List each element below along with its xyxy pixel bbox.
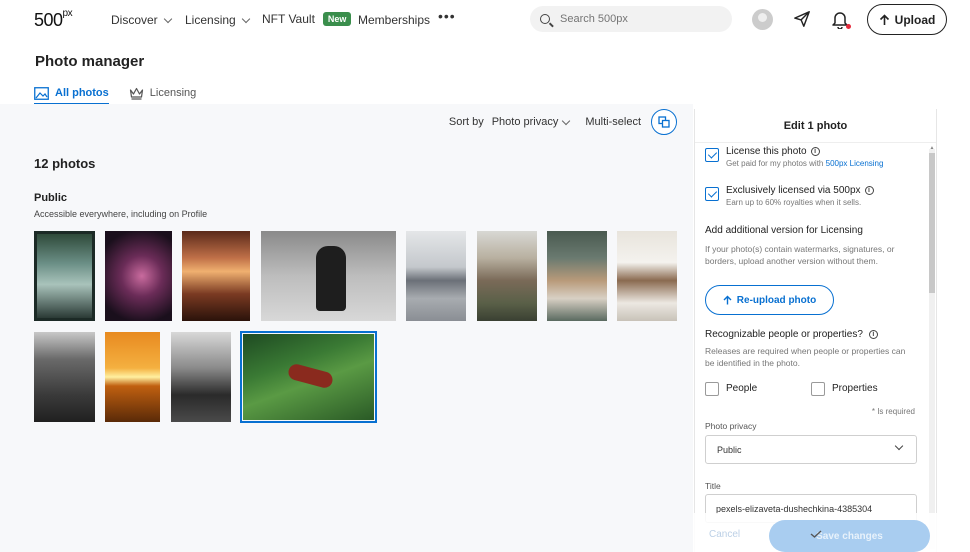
nav-memberships[interactable]: Memberships [358, 13, 430, 27]
photo-thumbnail[interactable] [261, 231, 396, 321]
logo[interactable]: 500px [34, 8, 73, 31]
section-title: Public [34, 192, 68, 204]
upload-label: Upload [894, 12, 936, 27]
sort-toolbar: Sort by Photo privacy Multi-select [449, 109, 677, 135]
arrow-up-icon [879, 13, 889, 25]
chevron-down-icon [894, 441, 904, 451]
people-checkbox[interactable] [705, 382, 719, 396]
photo-thumbnail[interactable] [406, 231, 466, 321]
multi-select-button[interactable] [651, 109, 677, 135]
tab-all-photos-label: All photos [55, 87, 109, 99]
privacy-select[interactable]: Public [705, 435, 917, 464]
scrollbar-thumb[interactable] [929, 153, 935, 293]
properties-label: Properties [832, 382, 878, 394]
title-label: Title [705, 481, 721, 491]
logo-suffix: px [62, 8, 73, 19]
logo-text: 500 [34, 10, 63, 30]
photo-thumbnail[interactable] [547, 231, 607, 321]
alt-version-text: If your photo(s) contain watermarks, sig… [705, 244, 895, 266]
tab-licensing[interactable]: Licensing [129, 82, 196, 104]
tab-all-photos[interactable]: All photos [34, 82, 109, 105]
copy-icon [658, 116, 670, 128]
people-checkbox-row[interactable]: People [705, 380, 757, 396]
exclusive-checkbox-row[interactable]: Exclusively licensed via 500px i Earn up … [705, 185, 874, 207]
required-note: * Is required [871, 407, 915, 416]
exclusive-label: Exclusively licensed via 500px [726, 185, 861, 196]
tab-licensing-label: Licensing [149, 87, 197, 99]
more-menu-icon[interactable]: ••• [438, 8, 456, 24]
chevron-down-icon [163, 14, 172, 23]
photo-thumbnail[interactable] [34, 332, 95, 422]
info-icon[interactable]: i [810, 147, 820, 156]
reupload-button[interactable]: Re-upload photo [705, 285, 834, 315]
properties-checkbox-row[interactable]: Properties [811, 380, 878, 396]
send-icon[interactable] [793, 10, 811, 28]
photo-thumbnail[interactable] [105, 231, 172, 321]
cursor-check-icon [810, 530, 822, 538]
photo-thumbnail[interactable] [182, 231, 250, 321]
chevron-down-icon [562, 116, 571, 125]
image-icon [34, 86, 49, 100]
panel-title: Edit 1 photo [783, 120, 848, 132]
title-value: pexels-elizaveta-dushechkina-4385304 [716, 503, 873, 514]
exclusive-checkbox[interactable] [705, 187, 719, 201]
photo-library: Sort by Photo privacy Multi-select 12 ph… [0, 104, 693, 552]
nav-licensing[interactable]: Licensing [185, 13, 250, 27]
people-label: People [726, 382, 758, 394]
section-subtitle: Accessible everywhere, including on Prof… [34, 209, 208, 219]
photo-thumbnail-selected[interactable] [240, 331, 377, 423]
divider [695, 142, 936, 143]
nav-nft-vault[interactable]: NFT Vault New [262, 12, 352, 26]
search-input[interactable] [560, 13, 720, 25]
photo-thumbnail[interactable] [171, 332, 231, 422]
sort-prefix: Sort by [448, 116, 484, 128]
sort-value: Photo privacy [491, 116, 559, 128]
info-icon[interactable]: i [868, 330, 878, 339]
photo-thumbnail[interactable] [105, 332, 160, 422]
alt-version-title: Add additional version for Licensing [705, 225, 863, 236]
license-label: License this photo [726, 146, 807, 157]
search-bar[interactable] [530, 6, 732, 32]
upload-button[interactable]: Upload [867, 4, 947, 35]
photo-thumbnail[interactable] [34, 231, 95, 321]
crown-icon [129, 87, 143, 100]
sort-dropdown[interactable]: Photo privacy [491, 116, 571, 128]
top-navigation: 500px Discover Licensing NFT Vault New M… [0, 0, 970, 40]
exclusive-sub: Earn up to 60% royalties when it sells. [726, 198, 862, 207]
photo-thumbnail[interactable] [477, 231, 537, 321]
new-badge: New [322, 12, 352, 26]
licensing-link[interactable]: 500px Licensing [826, 159, 884, 168]
edit-panel: Edit 1 photo License this photo i Get pai… [694, 109, 937, 552]
multi-select-label[interactable]: Multi-select [585, 116, 641, 128]
nav-discover[interactable]: Discover [111, 13, 172, 27]
cancel-button[interactable]: Cancel [709, 529, 740, 540]
avatar[interactable] [752, 9, 773, 30]
recognizable-header: Recognizable people or properties? i [705, 329, 878, 340]
license-checkbox-row[interactable]: License this photo i Get paid for my phot… [705, 146, 883, 168]
nav-memberships-label: Memberships [358, 13, 431, 27]
recognizable-text: Releases are required when people or pro… [705, 346, 906, 368]
notification-dot [846, 24, 851, 29]
tab-bar: All photos Licensing [34, 82, 196, 105]
properties-checkbox[interactable] [811, 382, 825, 396]
nav-nft-vault-label: NFT Vault [262, 12, 315, 26]
nav-discover-label: Discover [111, 13, 158, 27]
photo-count: 12 photos [34, 156, 96, 171]
page-title: Photo manager [35, 53, 145, 70]
license-sub: Get paid for my photos with [726, 159, 824, 168]
search-icon [540, 14, 550, 24]
chevron-down-icon [241, 14, 250, 23]
privacy-label: Photo privacy [705, 421, 757, 431]
check-icon [707, 149, 717, 159]
arrow-up-icon [723, 295, 732, 305]
nav-licensing-label: Licensing [185, 13, 236, 27]
check-icon [707, 188, 717, 198]
reupload-label: Re-upload photo [736, 294, 817, 306]
recognizable-title: Recognizable people or properties? [705, 329, 863, 340]
info-icon[interactable]: i [864, 186, 874, 195]
privacy-value: Public [717, 444, 742, 455]
save-changes-button[interactable]: Save changes [769, 520, 930, 552]
photo-thumbnail[interactable] [617, 231, 677, 321]
license-checkbox[interactable] [705, 148, 719, 162]
